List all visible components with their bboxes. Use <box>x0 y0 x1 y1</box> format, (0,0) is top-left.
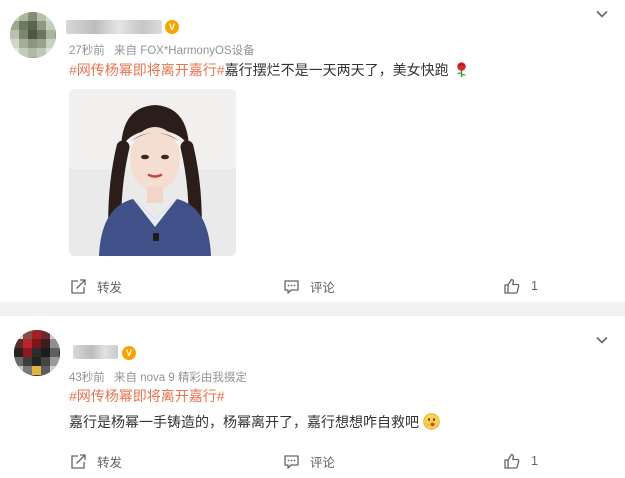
comment-button[interactable]: 评论 <box>283 452 335 471</box>
hashtag-link[interactable]: #网传杨幂即将离开嘉行# <box>69 388 225 404</box>
like-button[interactable]: 1 <box>503 277 538 295</box>
comment-icon <box>284 280 299 294</box>
username-blurred[interactable] <box>66 20 162 34</box>
post-time: 27秒前 <box>69 45 105 57</box>
repost-button[interactable]: 转发 <box>70 452 122 471</box>
post-image[interactable] <box>69 89 236 256</box>
repost-icon <box>71 454 86 469</box>
hashtag-link[interactable]: #网传杨幂即将离开嘉行# <box>69 62 225 78</box>
repost-label: 转发 <box>97 456 123 470</box>
username-blurred[interactable] <box>73 345 118 359</box>
like-count: 1 <box>531 279 538 293</box>
post-text: 嘉行是杨幂一手铸造的，杨幂离开了，嘉行想想咋自救吧 <box>69 414 419 430</box>
card-separator <box>0 302 625 316</box>
thumbs-up-icon <box>504 453 520 469</box>
chevron-down-icon[interactable] <box>596 334 608 346</box>
post-time: 43秒前 <box>69 372 105 384</box>
like-count: 1 <box>531 454 538 468</box>
vip-badge-icon: V <box>165 20 179 34</box>
post-meta: 27秒前 来自 FOX*HarmonyOS设备 <box>69 42 261 58</box>
vip-badge-icon: V <box>122 346 136 360</box>
repost-icon <box>71 279 86 294</box>
comment-button[interactable]: 评论 <box>283 277 335 296</box>
post-source: 来自 FOX*HarmonyOS设备 <box>114 45 255 57</box>
post-source: 来自 nova 9 精彩由我掇定 <box>114 372 247 384</box>
comment-card: V 27秒前 来自 FOX*HarmonyOS设备 #网传杨幂即将离开嘉行#嘉行… <box>0 0 625 302</box>
chevron-down-icon[interactable] <box>596 8 608 20</box>
avatar[interactable] <box>14 330 60 376</box>
comment-card: V 43秒前 来自 nova 9 精彩由我掇定 #网传杨幂即将离开嘉行# 嘉行是… <box>0 316 625 478</box>
comment-icon <box>284 455 299 469</box>
comment-label: 评论 <box>310 456 336 470</box>
avatar[interactable] <box>10 12 56 58</box>
thumbs-up-icon <box>504 278 520 294</box>
repost-label: 转发 <box>97 281 123 295</box>
post-text: 嘉行摆烂不是一天两天了，美女快跑 <box>224 62 449 78</box>
post-content: #网传杨幂即将离开嘉行#嘉行摆烂不是一天两天了，美女快跑 <box>69 60 470 80</box>
rose-icon <box>456 62 466 77</box>
post-meta: 43秒前 来自 nova 9 精彩由我掇定 <box>69 369 253 385</box>
comment-label: 评论 <box>310 281 336 295</box>
post-hashtag-line: #网传杨幂即将离开嘉行# <box>69 386 225 406</box>
like-button[interactable]: 1 <box>503 452 538 470</box>
post-content: 嘉行是杨幂一手铸造的，杨幂离开了，嘉行想想咋自救吧 <box>69 412 440 432</box>
thinking-face-icon <box>423 413 440 430</box>
repost-button[interactable]: 转发 <box>70 277 122 296</box>
